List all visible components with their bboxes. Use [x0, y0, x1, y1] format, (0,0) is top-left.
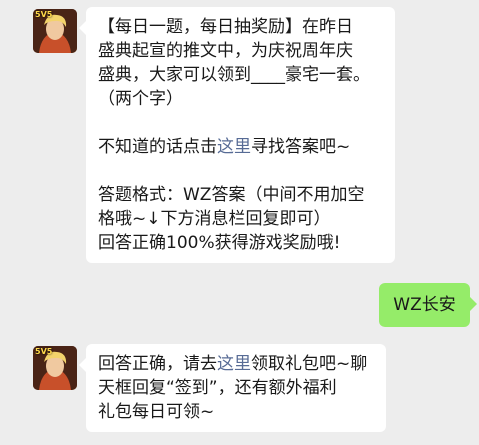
hint-line: 不知道的话点击这里寻找答案吧~: [98, 135, 383, 159]
message-bubble-reward[interactable]: 回答正确，请去这里领取礼包吧~聊 天框回复“签到”，还有额外福利 礼包每日可领~: [79, 344, 386, 432]
answer-text: WZ长安: [393, 295, 456, 315]
format-line: 答题格式：WZ答案（中间不用加空: [98, 185, 365, 205]
reward-line: 回答正确，请去这里领取礼包吧~聊: [98, 352, 374, 376]
hint-suffix: 寻找答案吧~: [251, 137, 351, 157]
reward-prefix: 回答正确，请去: [98, 354, 217, 374]
message-line: 【每日一题，每日抽奖励】在昨日: [98, 17, 353, 37]
message-line: 盛典起宣的推文中，为庆祝周年庆: [98, 41, 353, 61]
message-line: （两个字）: [98, 89, 183, 109]
hint-prefix: 不知道的话点击: [98, 137, 217, 157]
reward-suffix: 领取礼包吧~聊: [251, 354, 368, 374]
game-badge: 5V5: [35, 10, 53, 19]
sender-avatar[interactable]: 5V5: [33, 346, 77, 390]
message-bubble-question[interactable]: 【每日一题，每日抽奖励】在昨日 盛典起宣的推文中，为庆祝周年庆 盛典，大家可以领…: [79, 7, 395, 263]
sender-avatar[interactable]: 5V5: [33, 9, 77, 53]
message-bubble-answer[interactable]: WZ长安: [379, 283, 477, 327]
message-line: 天框回复“签到”，还有额外福利: [98, 378, 337, 398]
format-line: 回答正确100%获得游戏奖励哦!: [98, 233, 341, 253]
message-line: 礼包每日可领~: [98, 402, 215, 422]
answer-link[interactable]: 这里: [217, 137, 251, 157]
reward-link[interactable]: 这里: [217, 354, 251, 374]
game-badge: 5V5: [35, 347, 53, 356]
format-line: 格哦~↓下方消息栏回复即可）: [98, 209, 331, 229]
message-line: 盛典，大家可以领到____豪宅一套。: [98, 65, 370, 85]
